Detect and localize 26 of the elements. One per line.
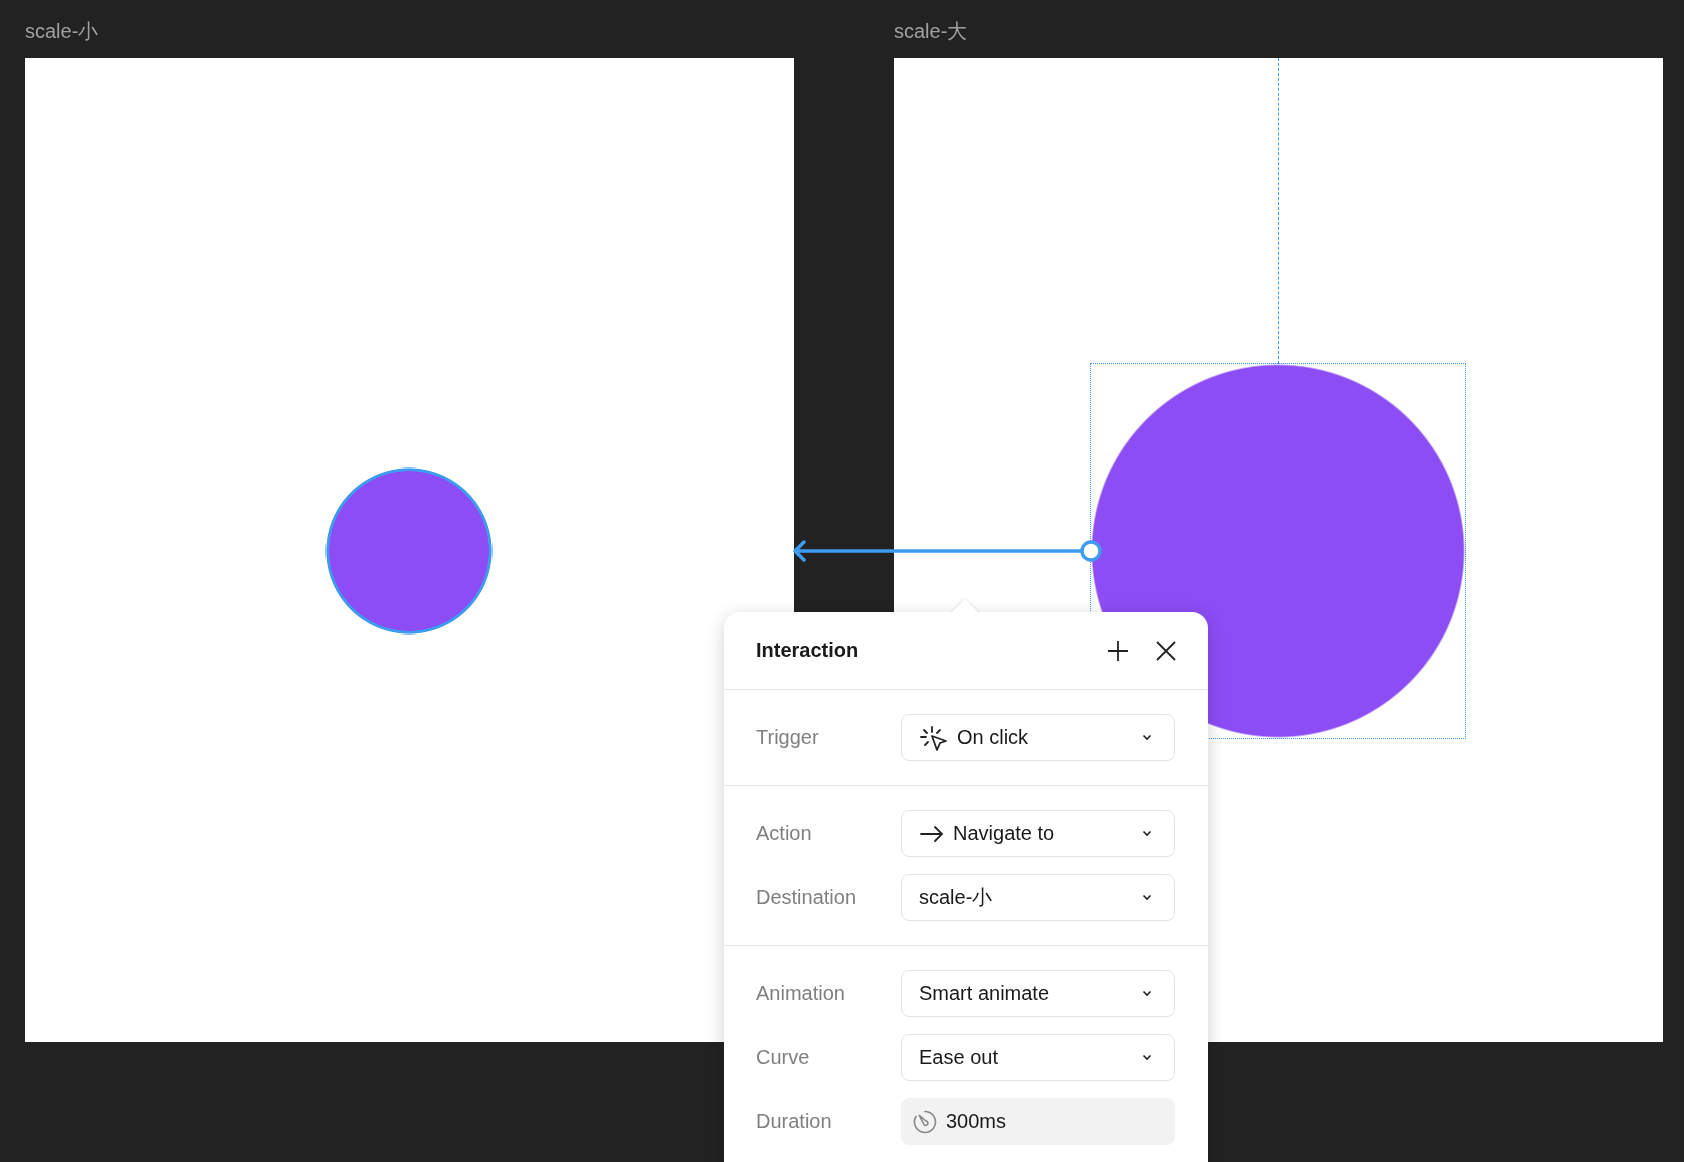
field-label: Curve <box>756 1046 811 1069</box>
dropdown[interactable]: scale-小 <box>901 874 1175 921</box>
timer-icon <box>912 1108 938 1135</box>
prototype-connection-arrow[interactable] <box>793 540 1102 562</box>
field-label: Duration <box>756 1110 833 1133</box>
field-label: Action <box>756 822 813 845</box>
chevron-icon <box>1142 734 1152 741</box>
dropdown[interactable]: On click <box>901 714 1175 761</box>
panel-title: Interaction <box>756 639 860 662</box>
frame-title: scale-大 <box>894 19 968 44</box>
plus-icon <box>1107 639 1129 662</box>
dropdown[interactable]: Navigate to <box>901 810 1175 857</box>
dropdown[interactable]: Smart animate <box>901 970 1175 1017</box>
field-label: Animation <box>756 982 846 1005</box>
chevron-icon <box>1142 830 1152 837</box>
cursor-click-icon <box>919 723 949 752</box>
arrow-right-icon <box>919 824 945 843</box>
chevron-icon <box>1142 894 1152 901</box>
field-label: Trigger <box>756 726 820 749</box>
chevron-icon <box>1142 990 1152 997</box>
close-icon <box>1155 639 1177 662</box>
duration-field[interactable]: 300ms <box>901 1098 1175 1145</box>
field-label: Destination <box>756 886 858 909</box>
dropdown[interactable]: Ease out <box>901 1034 1175 1081</box>
chevron-icon <box>1142 1054 1152 1061</box>
frame-title: scale-小 <box>25 19 99 44</box>
